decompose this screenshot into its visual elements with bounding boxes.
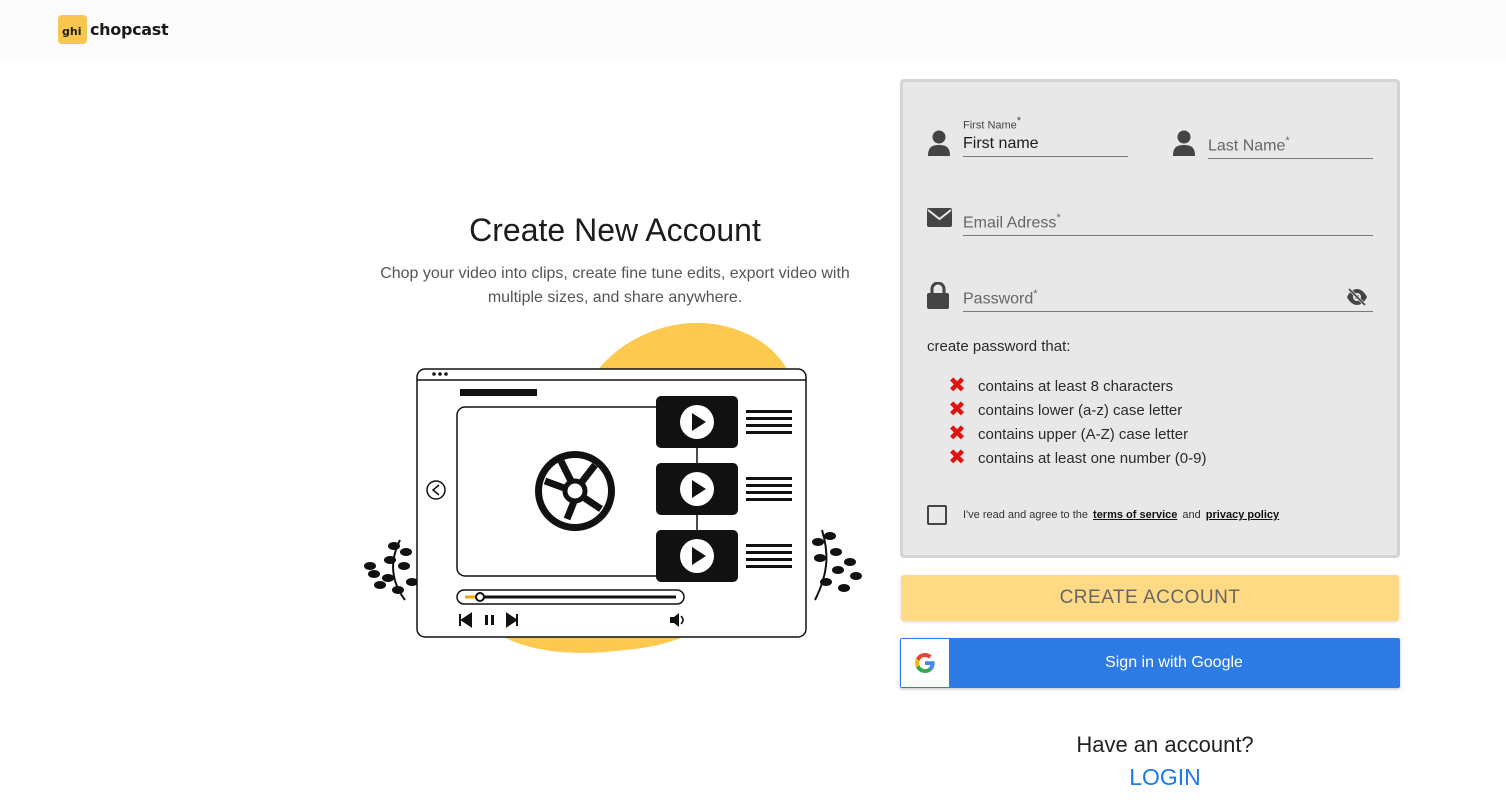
terms-checkbox[interactable] xyxy=(927,505,947,525)
eye-off-icon[interactable] xyxy=(1346,288,1368,306)
lock-icon xyxy=(927,282,949,309)
cross-icon: ✖ xyxy=(948,398,966,421)
google-signin-button[interactable]: Sign in with Google xyxy=(900,638,1400,688)
page-subtitle: Chop your video into clips, create fine … xyxy=(380,265,850,306)
cross-icon: ✖ xyxy=(948,446,966,469)
person-icon xyxy=(928,130,950,156)
email-input[interactable] xyxy=(963,210,1373,236)
password-input[interactable] xyxy=(963,286,1373,312)
person-icon xyxy=(1173,130,1195,156)
google-signin-label: Sign in with Google xyxy=(1105,654,1243,671)
envelope-icon xyxy=(927,208,952,227)
first-name-input[interactable] xyxy=(963,131,1128,157)
create-account-button[interactable]: CREATE ACCOUNT xyxy=(901,575,1399,621)
password-rule: ✖ contains lower (a-z) case letter xyxy=(948,398,1183,421)
terms-of-service-link[interactable]: terms of service xyxy=(1093,509,1177,521)
have-account-text: Have an account? xyxy=(1076,732,1254,757)
cross-icon: ✖ xyxy=(948,422,966,445)
password-rules-title: create password that: xyxy=(927,338,1071,355)
brand-name: chopcast xyxy=(90,20,169,39)
terms-and-text: and xyxy=(1182,509,1201,521)
svg-text:ghi: ghi xyxy=(62,25,81,38)
password-field: Password* xyxy=(927,268,1377,318)
terms-prefix-text: I've read and agree to the xyxy=(963,509,1089,521)
email-field: Email Adress* xyxy=(927,192,1377,242)
password-rule: ✖ contains at least one number (0-9) xyxy=(948,446,1207,469)
password-rule: ✖ contains upper (A-Z) case letter xyxy=(948,422,1189,445)
logo-mark-icon: ghi xyxy=(58,15,87,44)
brand-logo[interactable]: ghi chopcast xyxy=(58,15,169,44)
page-title: Create New Account xyxy=(469,212,761,248)
first-name-field: First Name* xyxy=(927,112,1132,162)
privacy-policy-link[interactable]: privacy policy xyxy=(1206,509,1279,521)
video-editor-illustration xyxy=(364,322,862,653)
google-logo-icon xyxy=(901,639,949,687)
terms-agreement: I've read and agree to the terms of serv… xyxy=(927,505,1284,525)
top-bar: ghi chopcast xyxy=(0,0,1506,62)
password-rule: ✖ contains at least 8 characters xyxy=(948,374,1174,397)
last-name-input[interactable] xyxy=(1208,133,1373,159)
first-name-label: First Name* xyxy=(963,115,1022,132)
last-name-field: Last Name* xyxy=(1172,112,1377,162)
cross-icon: ✖ xyxy=(948,374,966,397)
login-link[interactable]: LOGIN xyxy=(1000,764,1330,791)
signup-form-card: First Name* Last Name* Email Adress* xyxy=(900,79,1400,558)
